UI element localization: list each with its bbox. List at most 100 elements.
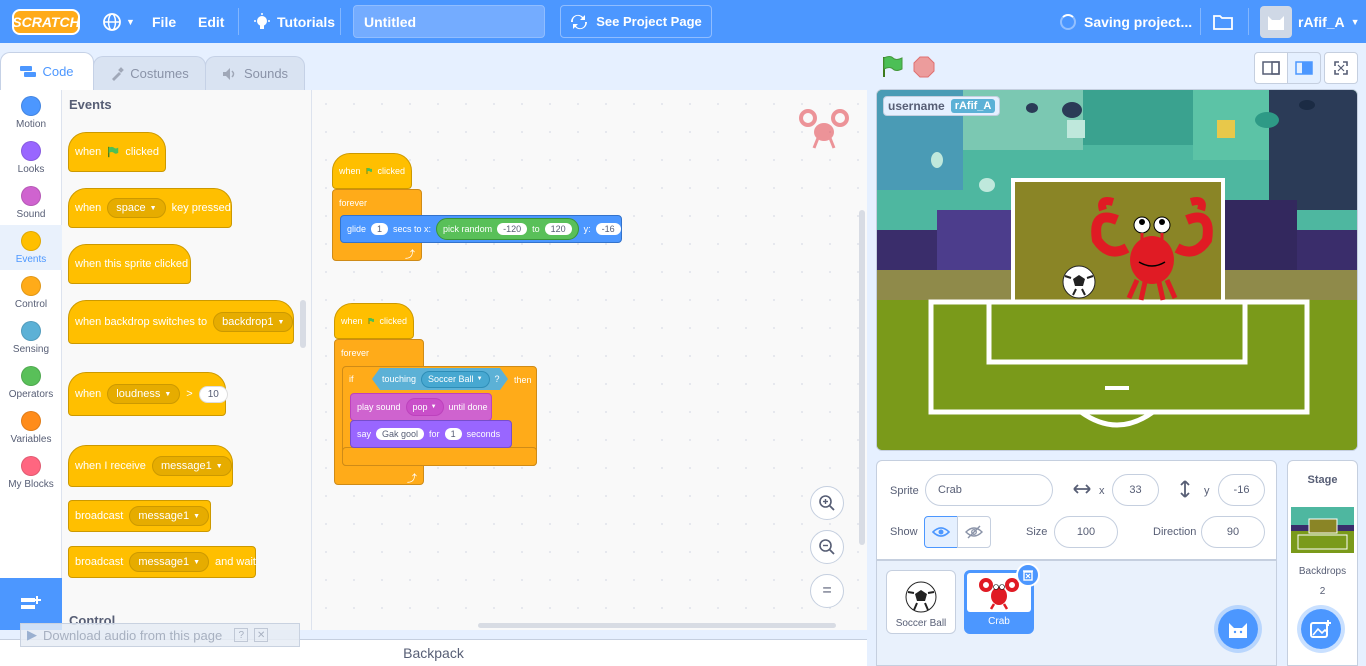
my-stuff-button[interactable] xyxy=(1212,0,1234,43)
tutorials-button[interactable]: Tutorials xyxy=(253,0,335,43)
zoom-in-button[interactable] xyxy=(810,486,844,520)
glide-secs-input[interactable]: 1 xyxy=(371,223,389,235)
touching-block[interactable]: touching Soccer Ball ▼ ? xyxy=(372,368,508,390)
y-input[interactable]: -16 xyxy=(1218,474,1265,506)
message-value: message1 xyxy=(138,556,190,568)
category-variables[interactable]: Variables xyxy=(0,405,62,450)
tab-code[interactable]: Code xyxy=(0,52,94,90)
category-label: My Blocks xyxy=(8,479,54,490)
sensor-dropdown[interactable]: loudness ▼ xyxy=(107,384,181,404)
edit-menu[interactable]: Edit xyxy=(198,0,224,43)
zoom-reset-button[interactable]: = xyxy=(810,574,844,608)
tab-costumes[interactable]: Costumes xyxy=(93,56,206,90)
help-icon[interactable]: ? xyxy=(234,628,249,642)
size-input[interactable]: 100 xyxy=(1054,516,1118,548)
workspace-horizontal-scrollbar[interactable] xyxy=(478,623,836,628)
category-label: Sensing xyxy=(12,344,50,355)
show-hidden-button[interactable] xyxy=(957,516,991,548)
block-text: touching xyxy=(382,374,417,384)
script1-glide-block[interactable]: glide 1 secs to x: pick random -120 to 1… xyxy=(340,215,622,243)
category-sensing[interactable]: Sensing xyxy=(0,315,62,360)
sound-value: pop xyxy=(412,402,428,412)
x-input[interactable]: 33 xyxy=(1112,474,1159,506)
pick-random-block[interactable]: pick random -120 to 120 xyxy=(436,218,579,240)
direction-input[interactable]: 90 xyxy=(1201,516,1265,548)
say-block[interactable]: say Gak gool for 1 seconds xyxy=(350,420,512,448)
block-when-loudness[interactable]: when loudness ▼ > 10 xyxy=(68,372,228,416)
message-dropdown[interactable]: message1 ▼ xyxy=(129,506,210,526)
random-from-input[interactable]: -120 xyxy=(497,223,528,235)
sound-dropdown[interactable]: pop ▼ xyxy=(405,398,444,416)
speaker-icon xyxy=(222,67,235,80)
block-text: when xyxy=(75,202,102,214)
say-secs-input[interactable]: 1 xyxy=(444,428,462,440)
close-icon[interactable]: ✕ xyxy=(254,628,269,642)
zoom-out-button[interactable] xyxy=(810,530,844,564)
loudness-input[interactable]: 10 xyxy=(198,385,228,403)
palette-scrollbar[interactable] xyxy=(300,300,306,348)
sprite-tile-name: Soccer Ball xyxy=(895,618,947,629)
scratch-logo[interactable]: SCRATCH xyxy=(12,9,80,35)
category-my-blocks[interactable]: My Blocks xyxy=(0,450,62,495)
category-sound[interactable]: Sound xyxy=(0,180,62,225)
normal-stage-button[interactable] xyxy=(1287,52,1321,84)
say-text-input[interactable]: Gak gool xyxy=(376,428,425,440)
download-audio-bar[interactable]: ▶ Download audio from this page ? ✕ xyxy=(20,623,300,647)
green-flag-icon xyxy=(366,168,372,174)
glide-y-input[interactable]: -16 xyxy=(595,223,621,235)
chevron-down-icon: ▼ xyxy=(193,512,201,520)
chevron-down-icon: ▼ xyxy=(277,318,285,326)
category-events[interactable]: Events xyxy=(0,225,62,270)
show-visible-button[interactable] xyxy=(924,516,958,548)
backdrop-dropdown[interactable]: backdrop1 ▼ xyxy=(213,312,294,332)
touch-target-dropdown[interactable]: Soccer Ball ▼ xyxy=(421,371,489,388)
block-when-sprite-clicked[interactable]: when this sprite clicked xyxy=(68,244,191,284)
tab-sounds[interactable]: Sounds xyxy=(205,56,305,90)
block-when-flag-clicked[interactable]: when clicked xyxy=(68,132,166,172)
random-to-input[interactable]: 120 xyxy=(544,223,572,235)
block-when-key-pressed[interactable]: when space ▼ key pressed xyxy=(68,188,232,228)
block-text: > xyxy=(186,388,193,400)
block-broadcast[interactable]: broadcast message1 ▼ xyxy=(68,500,211,532)
stage-selector-panel[interactable]: Stage Backdrops 2 xyxy=(1287,460,1358,666)
small-stage-button[interactable] xyxy=(1254,52,1288,84)
project-title-input[interactable]: Untitled xyxy=(353,5,545,38)
delete-sprite-button[interactable] xyxy=(1016,563,1040,587)
script2-hat-block[interactable]: when clicked xyxy=(334,303,414,339)
key-dropdown[interactable]: space ▼ xyxy=(107,198,166,218)
fullscreen-button[interactable] xyxy=(1324,52,1358,84)
block-when-i-receive[interactable]: when I receive message1 ▼ xyxy=(68,445,233,487)
category-label: Motion xyxy=(15,119,46,130)
variable-monitor[interactable]: username rAfif_A xyxy=(883,96,1001,116)
stop-button[interactable] xyxy=(913,56,935,78)
choose-sprite-button[interactable] xyxy=(1214,605,1262,653)
language-menu[interactable]: ▼ xyxy=(102,0,135,43)
play-sound-block[interactable]: play sound pop ▼ until done xyxy=(350,393,492,421)
sprite-name-input[interactable]: Crab xyxy=(925,474,1053,506)
block-text: if xyxy=(349,374,354,384)
script1-hat-block[interactable]: when clicked xyxy=(332,153,412,189)
message-dropdown[interactable]: message1 ▼ xyxy=(129,552,210,572)
category-operators[interactable]: Operators xyxy=(0,360,62,405)
category-looks[interactable]: Looks xyxy=(0,135,62,180)
key-value: space xyxy=(116,202,146,214)
stage-canvas[interactable]: username rAfif_A xyxy=(876,89,1358,451)
category-control[interactable]: Control xyxy=(0,270,62,315)
block-broadcast-and-wait[interactable]: broadcast message1 ▼ and wait xyxy=(68,546,256,578)
file-menu[interactable]: File xyxy=(152,0,176,43)
stage-panel-title: Stage xyxy=(1307,474,1338,486)
message-dropdown[interactable]: message1 ▼ xyxy=(151,456,232,476)
block-when-backdrop-switches[interactable]: when backdrop switches to backdrop1 ▼ xyxy=(68,300,294,344)
globe-icon xyxy=(103,12,121,31)
stage-scene xyxy=(877,90,1357,450)
workspace-vertical-scrollbar[interactable] xyxy=(859,210,865,545)
category-motion[interactable]: Motion xyxy=(0,90,62,135)
green-flag-button[interactable] xyxy=(880,55,904,79)
account-menu[interactable]: rAfif_A ▼ xyxy=(1260,0,1360,43)
choose-backdrop-button[interactable] xyxy=(1297,605,1345,653)
chevron-down-icon: ▼ xyxy=(476,376,483,382)
see-project-page-button[interactable]: See Project Page xyxy=(560,5,712,38)
script-workspace[interactable]: when clicked forever ⤴ glide 1 secs to x… xyxy=(312,90,867,630)
events-dot-icon xyxy=(21,231,41,251)
sprite-tile[interactable]: Soccer Ball xyxy=(886,570,956,634)
